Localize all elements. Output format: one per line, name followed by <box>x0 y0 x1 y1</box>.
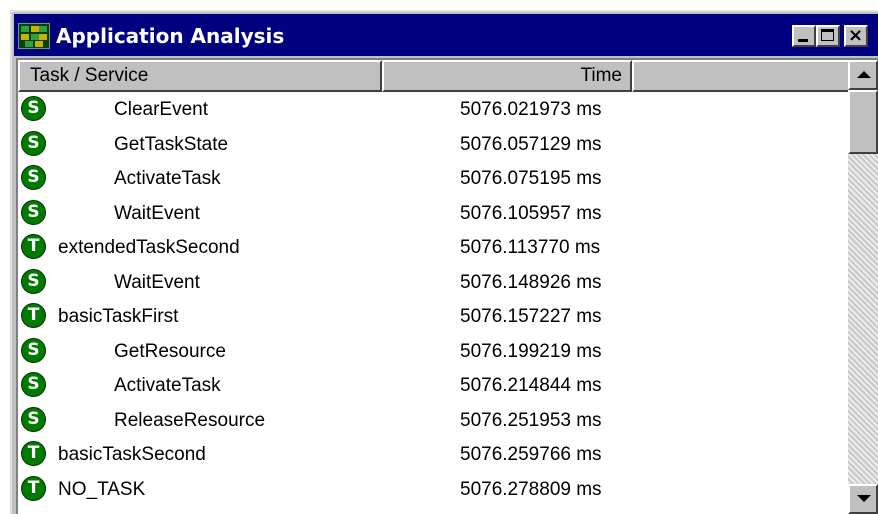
task-service-name: extendedTaskSecond <box>58 237 240 258</box>
list-item[interactable]: S ActivateTask 5076.214844 ms <box>18 368 850 403</box>
task-service-name: ClearEvent <box>114 99 208 120</box>
list-item[interactable]: S GetTaskState 5076.057129 ms <box>18 127 850 162</box>
scroll-down-button[interactable] <box>848 484 878 514</box>
column-header-empty[interactable] <box>632 60 850 92</box>
service-badge-icon: S <box>21 199 46 225</box>
list-item[interactable]: T NO_TASK 5076.278809 ms <box>18 472 850 507</box>
list-item[interactable]: S WaitEvent 5076.148926 ms <box>18 265 850 300</box>
scroll-thumb[interactable] <box>848 90 878 154</box>
task-badge-icon: T <box>21 475 46 501</box>
task-service-name: WaitEvent <box>114 271 200 293</box>
event-time: 5076.021973 ms <box>460 99 602 120</box>
vertical-scrollbar[interactable] <box>848 60 878 514</box>
event-time: 5076.057129 ms <box>460 133 602 155</box>
event-time: 5076.259766 ms <box>460 444 602 465</box>
service-badge-icon: S <box>21 130 46 156</box>
task-service-name: ReleaseResource <box>114 409 266 431</box>
event-time: 5076.278809 ms <box>460 478 602 500</box>
event-time: 5076.251953 ms <box>460 409 602 431</box>
maximize-icon <box>821 29 834 41</box>
service-badge-icon: S <box>21 372 46 397</box>
task-badge-icon: T <box>21 441 46 466</box>
list-item[interactable]: TextendedTaskSecond 5076.113770 ms <box>18 230 850 265</box>
task-service-name: ActivateTask <box>114 168 221 189</box>
event-time: 5076.148926 ms <box>460 271 602 293</box>
event-list: S ClearEvent 5076.021973 ms S GetTaskState 50… <box>18 92 850 514</box>
list-item[interactable]: S GetResource 5076.199219 ms <box>18 334 850 369</box>
event-time: 5076.157227 ms <box>460 306 602 327</box>
arrow-down-icon <box>857 495 871 502</box>
event-time: 5076.113770 ms <box>460 237 601 258</box>
event-time: 5076.199219 ms <box>460 340 602 362</box>
task-service-name: GetResource <box>114 340 226 362</box>
list-item[interactable]: S ClearEvent 5076.021973 ms <box>18 92 850 127</box>
scroll-up-button[interactable] <box>848 60 878 90</box>
application-analysis-window: Application Analysis × Task / Service Ti… <box>10 10 878 514</box>
list-item[interactable]: S WaitEvent 5076.105957 ms <box>18 196 850 231</box>
task-service-name: NO_TASK <box>58 478 146 500</box>
title-bar[interactable]: Application Analysis × <box>14 14 878 56</box>
task-service-name: basicTaskSecond <box>58 444 206 465</box>
task-service-name: WaitEvent <box>114 202 200 224</box>
application-analysis-icon[interactable] <box>18 23 50 49</box>
task-service-name: ActivateTask <box>114 375 221 396</box>
analysis-list-view: Task / Service Time S ClearEvent 5076.0219… <box>16 58 878 514</box>
list-item[interactable]: TbasicTaskSecond 5076.259766 ms <box>18 437 850 472</box>
minimize-icon <box>798 39 808 42</box>
list-item[interactable]: S ActivateTask 5076.075195 ms <box>18 161 850 196</box>
service-badge-icon: S <box>21 96 46 121</box>
column-header-task-service[interactable]: Task / Service <box>18 60 382 92</box>
list-item[interactable]: S ReleaseResource 5076.251953 ms <box>18 403 850 438</box>
service-badge-icon: S <box>21 268 46 294</box>
close-icon: × <box>848 25 864 46</box>
service-badge-icon: S <box>21 337 46 363</box>
window-title: Application Analysis <box>56 24 285 48</box>
minimize-button[interactable] <box>792 25 816 47</box>
service-badge-icon: S <box>21 165 46 190</box>
task-badge-icon: T <box>21 303 46 328</box>
arrow-up-icon <box>857 71 871 78</box>
task-service-name: GetTaskState <box>114 133 229 155</box>
event-time: 5076.214844 ms <box>460 375 602 396</box>
service-badge-icon: S <box>21 406 46 432</box>
close-button[interactable]: × <box>844 25 868 47</box>
task-badge-icon: T <box>21 234 46 259</box>
event-time: 5076.075195 ms <box>460 168 602 189</box>
task-service-name: basicTaskFirst <box>58 306 179 327</box>
column-header-time[interactable]: Time <box>382 60 632 92</box>
maximize-button[interactable] <box>816 25 840 47</box>
column-header: Task / Service Time <box>18 60 850 92</box>
list-item[interactable]: TbasicTaskFirst 5076.157227 ms <box>18 299 850 334</box>
event-time: 5076.105957 ms <box>460 202 602 224</box>
